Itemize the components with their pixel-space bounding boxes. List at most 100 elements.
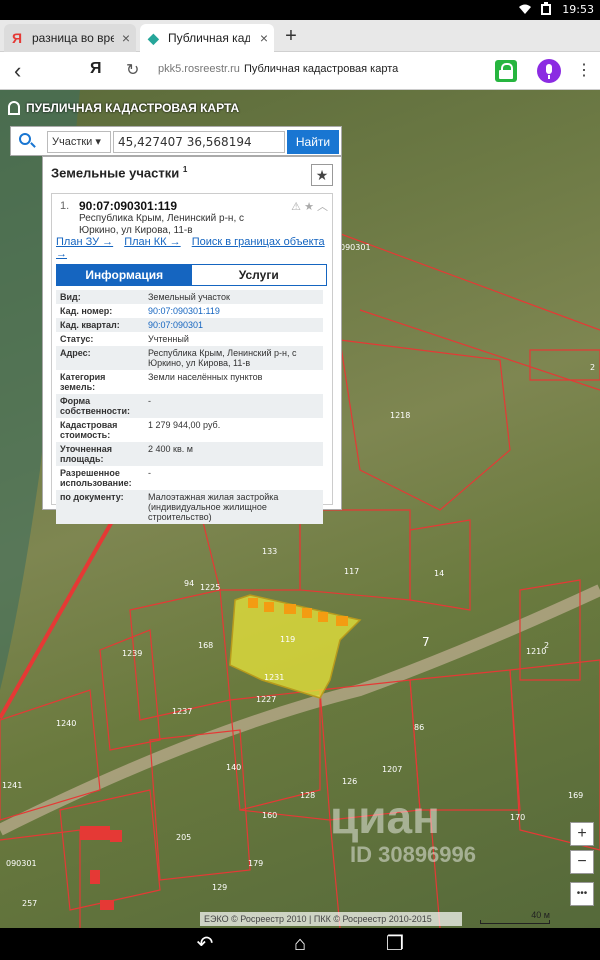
map-label: 1225: [200, 583, 220, 592]
tab-rosreestr[interactable]: ◆ Публичная кадас ×: [140, 24, 274, 52]
zoom-out-button[interactable]: −: [570, 850, 594, 874]
table-row: Форма собственности: -: [56, 394, 323, 418]
attr-value-link[interactable]: 90:07:090301: [144, 318, 323, 332]
panel-title: Земельные участки 1: [51, 165, 187, 180]
map-label: 1207: [382, 765, 402, 774]
map-header-title: ПУБЛИЧНАЯ КАДАСТРОВАЯ КАРТА: [26, 101, 240, 115]
new-tab-button[interactable]: +: [280, 22, 302, 50]
attr-key: Уточненная площадь:: [56, 442, 144, 466]
table-row: Вид: Земельный участок: [56, 290, 323, 304]
attr-value: Земельный участок: [144, 290, 323, 304]
table-row: Уточненная площадь: 2 400 кв. м: [56, 442, 323, 466]
watermark: циан ID 30896996: [330, 790, 580, 880]
attr-key: Разрешенное использование:: [56, 466, 144, 490]
map-label: 1218: [390, 411, 410, 420]
attr-key: Форма собственности:: [56, 394, 144, 418]
map-label: 128: [300, 791, 315, 800]
more-options-button[interactable]: •••: [570, 882, 594, 906]
close-icon[interactable]: ×: [260, 24, 268, 52]
table-row: Статус: Учтенный: [56, 332, 323, 346]
search-panel: Участки ▾ 45,427407 36,568194 Найти: [10, 126, 342, 156]
zoom-in-button[interactable]: +: [570, 822, 594, 846]
tab-information[interactable]: Информация: [57, 265, 192, 285]
menu-button[interactable]: ⋮: [576, 60, 592, 80]
attr-key: Кадастровая стоимость:: [56, 418, 144, 442]
map-label: 1231: [264, 673, 284, 682]
map-label: 133: [262, 547, 277, 556]
tab-services[interactable]: Услуги: [191, 265, 326, 285]
status-bar: 19:53: [0, 0, 600, 20]
status-icons: [518, 2, 552, 16]
map-label: 126: [342, 777, 357, 786]
attr-value: 1 279 944,00 руб.: [144, 418, 323, 442]
page-title[interactable]: Публичная кадастровая карта: [244, 63, 398, 75]
nav-recent-icon[interactable]: ❐: [380, 932, 410, 956]
reload-button[interactable]: ↻: [126, 60, 139, 80]
search-icon[interactable]: [19, 133, 31, 145]
search-input[interactable]: 45,427407 36,568194: [113, 131, 285, 153]
attr-key: Категория земель:: [56, 370, 144, 394]
table-row: Адрес: Республика Крым, Ленинский р-н, с …: [56, 346, 323, 370]
map-label: 179: [248, 859, 263, 868]
attr-value: Малоэтажная жилая застройка (индивидуаль…: [144, 490, 323, 524]
map-label: 257: [22, 899, 37, 908]
map-label: 119: [280, 635, 295, 644]
table-row: Кад. номер: 90:07:090301:119: [56, 304, 323, 318]
map-label: 168: [198, 641, 213, 650]
panel-title-text: Земельные участки: [51, 165, 180, 181]
watermark-brand: циан: [330, 791, 440, 843]
yandex-logo-icon[interactable]: Я: [90, 60, 102, 78]
tab-yandex-search[interactable]: Я разница во врем ×: [4, 24, 136, 52]
wifi-icon: [519, 4, 531, 14]
parcel-cad-number[interactable]: 90:07:090301:119: [79, 199, 177, 213]
map-label: 1240: [56, 719, 76, 728]
map-label: 205: [176, 833, 191, 842]
info-tabs: Информация Услуги: [56, 264, 327, 286]
table-row: по документу: Малоэтажная жилая застройка…: [56, 490, 323, 524]
map-label: 160: [262, 811, 277, 820]
map-label: 94: [184, 579, 194, 588]
map-label: 090301: [6, 859, 37, 868]
status-time: 19:53: [562, 3, 594, 16]
table-row: Кад. квартал: 90:07:090301: [56, 318, 323, 332]
map-label: 129: [212, 883, 227, 892]
attr-value-link[interactable]: 90:07:090301:119: [144, 304, 323, 318]
map-label: 86: [414, 723, 424, 732]
parcel-card: 1. 90:07:090301:119 Республика Крым, Лен…: [51, 193, 333, 524]
search-button[interactable]: Найти: [287, 130, 339, 154]
back-button[interactable]: ‹: [14, 58, 21, 84]
nav-home-icon[interactable]: ⌂: [285, 932, 315, 956]
cadastral-map[interactable]: 090301 1218 133 117 14 94 1225 1239 168 …: [0, 90, 600, 928]
map-label: 090301: [340, 243, 371, 252]
tab-title: разница во врем: [32, 31, 114, 45]
attr-value: -: [144, 466, 323, 490]
attr-value: Учтенный: [144, 332, 323, 346]
attr-key: Вид:: [56, 290, 144, 304]
map-label: 140: [226, 763, 241, 772]
card-actions-icons[interactable]: ⚠ ★ ︿: [291, 198, 328, 214]
plan-kk-link[interactable]: План КК →: [124, 236, 180, 248]
search-type-select[interactable]: Участки ▾: [47, 131, 111, 153]
map-header: ПУБЛИЧНАЯ КАДАСТРОВАЯ КАРТА: [8, 98, 239, 118]
android-nav-bar: ↶ ⌂ ❐: [0, 928, 600, 960]
map-label: 14: [434, 569, 444, 578]
parcel-info-panel: Земельные участки 1 ★ 1. 90:07:090301:11…: [42, 156, 342, 524]
star-icon[interactable]: ★: [311, 164, 333, 186]
nav-back-icon[interactable]: ↶: [190, 932, 220, 956]
url-text[interactable]: pkk5.rosreestr.ru: [158, 63, 240, 75]
favicon-icon: ◆: [148, 30, 159, 46]
attr-key: Кад. номер:: [56, 304, 144, 318]
close-icon[interactable]: ×: [122, 24, 130, 52]
microphone-icon[interactable]: [537, 59, 561, 83]
plan-zu-link[interactable]: План ЗУ →: [56, 236, 113, 248]
map-label: 1237: [172, 707, 192, 716]
battery-icon: [541, 2, 551, 15]
copyright-text: ЕЭКО © Росреестр 2010 | ПКК © Росреестр …: [200, 912, 462, 926]
yandex-icon: Я: [12, 30, 23, 46]
attr-value: -: [144, 394, 323, 418]
watermark-id: ID 30896996: [350, 842, 476, 867]
lock-icon[interactable]: [495, 60, 517, 82]
map-label: 2: [590, 363, 595, 372]
address-bar: ‹ Я ↻ pkk5.rosreestr.ru Публичная кадаст…: [0, 52, 600, 90]
rosreestr-logo-icon: [8, 101, 20, 115]
